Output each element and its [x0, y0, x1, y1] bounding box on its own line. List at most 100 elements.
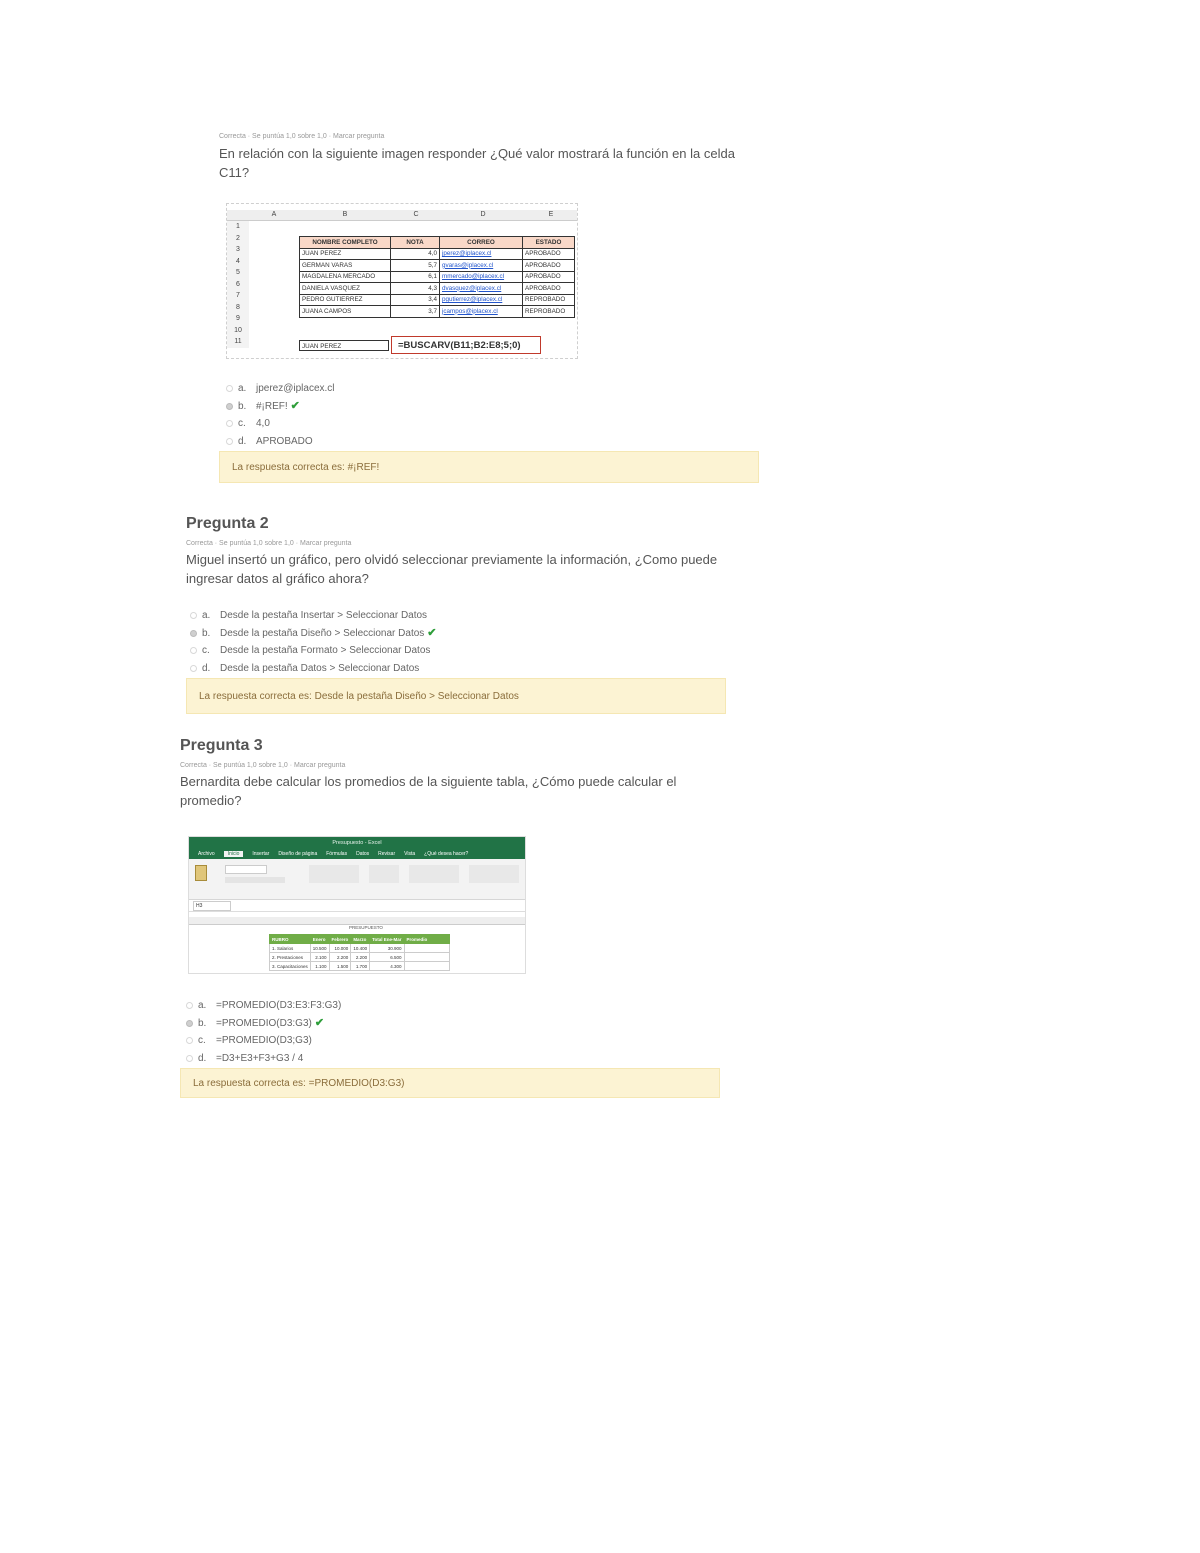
option-text: 4,0 [256, 418, 270, 429]
table-cell: 10.000 [328, 943, 352, 953]
excel-tab[interactable]: ¿Qué desea hacer? [424, 851, 468, 857]
excel-tab[interactable]: Revisar [378, 851, 395, 857]
table-row: GERMAN VARAS 5,7 gvaras@iplacex.cl APROBADO [299, 259, 575, 272]
option-letter: b. [198, 1017, 207, 1029]
col-b: B [299, 210, 391, 221]
row-number: 7 [227, 290, 249, 302]
q3-feedback: La respuesta correcta es: =PROMEDIO(D3:G… [180, 1068, 720, 1098]
radio-button[interactable] [190, 647, 197, 655]
table-cell: APROBADO [522, 259, 575, 272]
table-row: 1. Salarios 10.500 10.000 10.400 30.900 [269, 943, 450, 953]
q1-option-c[interactable]: c. 4,0 [226, 415, 335, 433]
radio-button[interactable] [190, 664, 197, 672]
table-cell: 4.300 [369, 961, 405, 971]
q1-question-text: En relación con la siguiente imagen resp… [219, 146, 735, 180]
radio-button[interactable] [190, 629, 197, 637]
radio-button[interactable] [226, 385, 233, 393]
radio-button[interactable] [226, 402, 233, 410]
table-cell: 1.100 [309, 961, 330, 971]
q3-excel-screenshot: Presupuesto - Excel Archivo Inicio Inserta… [188, 836, 526, 974]
column-headers [189, 917, 525, 925]
table-row: MAGDALENA MERCADO 6,1 mmercado@iplacex.cl A… [299, 270, 575, 283]
q2-option-d[interactable]: d. Desde la pestaña Datos > Seleccionar D… [190, 660, 437, 678]
q1-meta: Correcta · Se puntúa 1,0 sobre 1,0 · Mar… [219, 133, 385, 140]
row-number: 8 [227, 301, 249, 313]
q2-option-b[interactable]: b. Desde la pestaña Diseño > Seleccionar … [190, 625, 437, 643]
table-cell: 2.100 [309, 952, 330, 962]
option-letter: c. [238, 418, 246, 429]
excel-title-bar: Presupuesto - Excel [189, 837, 525, 849]
table-cell: 3,7 [390, 305, 440, 318]
option-letter: d. [238, 435, 247, 447]
table-cell: 5,7 [390, 259, 440, 272]
q2-option-a[interactable]: a. Desde la pestaña Insertar > Selecciona… [190, 607, 437, 625]
excel-tab[interactable]: Vista [404, 851, 415, 857]
row-number: 6 [227, 278, 249, 290]
radio-button[interactable] [226, 420, 233, 428]
q3-option-d[interactable]: d. =D3+E3+F3+G3 / 4 [186, 1050, 341, 1068]
q1-option-a[interactable]: a. jperez@iplacex.cl [226, 380, 335, 398]
check-icon: ✔ [290, 399, 300, 412]
option-text: #¡REF! [256, 400, 288, 412]
row-number: 1 [227, 221, 249, 233]
table-cell: 3,4 [390, 293, 440, 306]
row-number: 9 [227, 313, 249, 325]
radio-button[interactable] [186, 1019, 193, 1027]
q1-options: a. jperez@iplacex.cl b. #¡REF! ✔ c. 4,0 d. APROB… [226, 380, 335, 450]
sheet-title: PRESUPUESTO [349, 925, 383, 930]
option-text: =PROMEDIO(D3:E3:F3:G3) [216, 1000, 342, 1011]
radio-button[interactable] [186, 1002, 193, 1010]
radio-button[interactable] [226, 437, 233, 445]
table-cell: REPROBADO [522, 293, 575, 306]
header-cell: Enero [309, 934, 330, 944]
excel-ribbon-tabs: Archivo Inicio Insertar Diseño de página Fór… [189, 849, 525, 859]
table-cell: DANIELA VASQUEZ [299, 282, 391, 295]
q2-option-c[interactable]: c. Desde la pestaña Formato > Seleccionar… [190, 642, 437, 660]
excel-tab[interactable]: Inicio [223, 851, 244, 857]
excel-tab[interactable]: Datos [356, 851, 369, 857]
q3-question-text: Bernardita debe calcular los promedios d… [180, 774, 677, 808]
q3-meta: Correcta · Se puntúa 1,0 sobre 1,0 · Mar… [180, 762, 346, 769]
option-text: Desde la pestaña Datos > Seleccionar Dat… [220, 662, 420, 674]
table-cell: APROBADO [522, 270, 575, 283]
option-text: =PROMEDIO(D3:G3) [216, 1017, 312, 1029]
option-text: =D3+E3+F3+G3 / 4 [216, 1052, 304, 1064]
table-cell: MAGDALENA MERCADO [299, 270, 391, 283]
table-cell: 4,3 [390, 282, 440, 295]
q1-option-d[interactable]: d. APROBADO [226, 433, 335, 451]
table-cell: GERMAN VARAS [299, 259, 391, 272]
students-table: NOMBRE COMPLETO NOTA CORREO ESTADO JUAN … [299, 236, 575, 318]
q2-feedback: La respuesta correcta es: Desde la pesta… [186, 678, 726, 714]
row-number: 11 [227, 336, 249, 348]
q3-option-b[interactable]: b. =PROMEDIO(D3:G3) ✔ [186, 1015, 341, 1033]
q3-option-a[interactable]: a. =PROMEDIO(D3:E3:F3:G3) [186, 997, 341, 1015]
table-cell: 1. Salarios [269, 943, 311, 953]
row-number: 2 [227, 232, 249, 244]
q3-title: Pregunta 3 [180, 737, 263, 754]
check-icon: ✔ [314, 1016, 325, 1029]
header-cell: Marzo [350, 934, 371, 944]
table-cell: 4,0 [390, 247, 440, 260]
q1-option-b[interactable]: b. #¡REF! ✔ [226, 398, 335, 416]
row-number: 10 [227, 324, 249, 336]
option-letter: d. [198, 1052, 207, 1064]
radio-button[interactable] [186, 1037, 193, 1045]
option-letter: b. [238, 400, 247, 412]
table-cell: 10.500 [309, 943, 330, 953]
q3-option-c[interactable]: c. =PROMEDIO(D3;G3) [186, 1032, 341, 1050]
row-number: 3 [227, 244, 249, 256]
radio-button[interactable] [186, 1054, 193, 1062]
check-icon: ✔ [427, 626, 437, 639]
excel-tab[interactable]: Insertar [252, 851, 269, 857]
option-text: Desde la pestaña Formato > Seleccionar D… [220, 645, 431, 656]
q2-title: Pregunta 2 [186, 515, 269, 532]
radio-button[interactable] [190, 612, 197, 620]
excel-tab[interactable]: Diseño de página [278, 851, 317, 857]
formula-cell-c11: =BUSCARV(B11;B2:E8;5;0) [391, 336, 541, 354]
excel-tab[interactable]: Archivo [198, 851, 215, 857]
table-cell: JUANA CAMPOS [299, 305, 391, 318]
table-cell: APROBADO [522, 282, 575, 295]
header-cell: Total Ene-Mar [369, 934, 405, 944]
col-e: E [525, 210, 577, 221]
excel-tab[interactable]: Fórmulas [326, 851, 347, 857]
